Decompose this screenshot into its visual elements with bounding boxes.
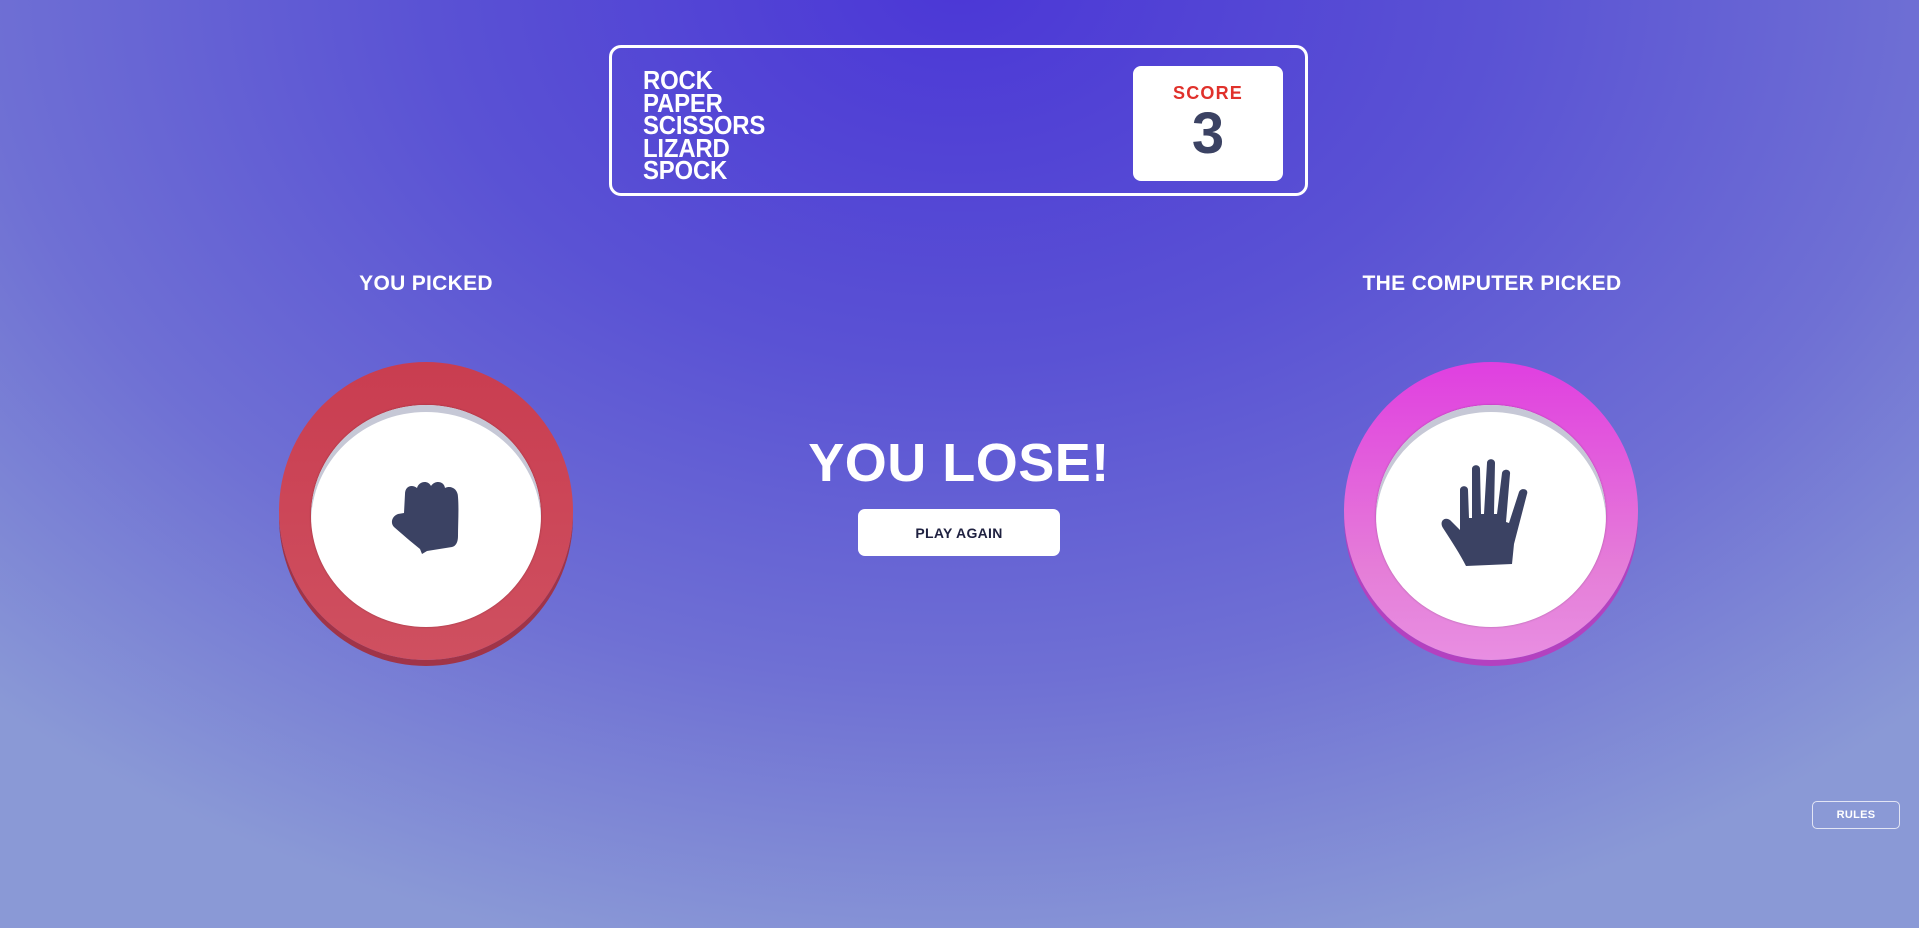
computer-picked-label: THE COMPUTER PICKED xyxy=(1362,272,1622,295)
paper-token-face xyxy=(1376,405,1606,627)
rules-button[interactable]: RULES xyxy=(1812,801,1900,829)
score-value: 3 xyxy=(1191,101,1225,166)
result-text: YOU LOSE! xyxy=(808,433,1110,493)
paper-hand-icon xyxy=(1441,459,1528,566)
game-title: ROCK PAPER SCISSORS LIZARD SPOCK xyxy=(643,67,776,185)
rock-token-face xyxy=(311,405,541,627)
player-picked-label: YOU PICKED xyxy=(359,272,493,295)
computer-pick-paper-token xyxy=(1344,362,1638,660)
play-again-button[interactable]: PLAY AGAIN xyxy=(858,509,1060,556)
header-scoreboard: ROCK PAPER SCISSORS LIZARD SPOCK SCORE 3 xyxy=(609,45,1308,196)
title-line-spock: SPOCK xyxy=(643,155,728,185)
score-box: SCORE 3 xyxy=(1133,66,1283,181)
player-pick-rock-token xyxy=(279,362,573,660)
rock-fist-icon xyxy=(391,482,459,554)
